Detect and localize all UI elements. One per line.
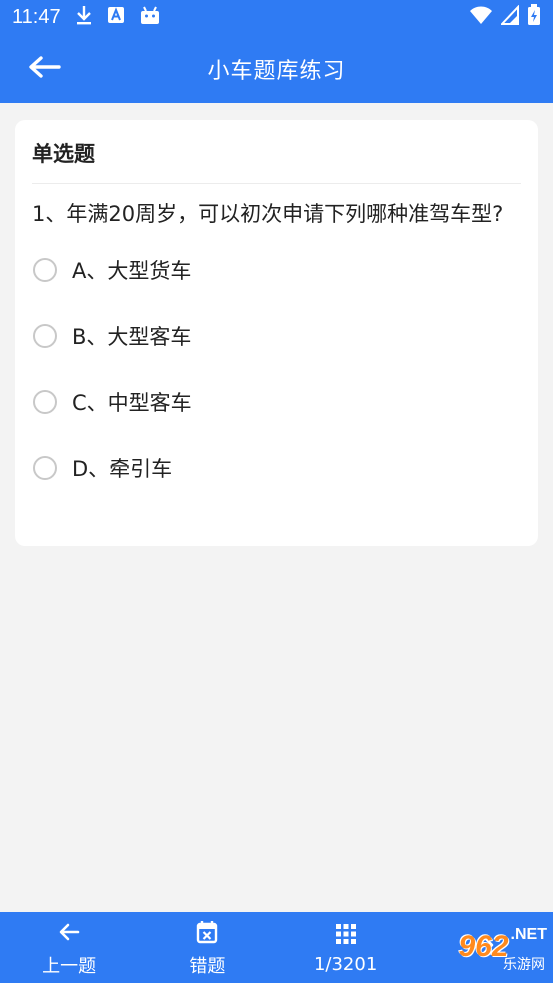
arrow-left-icon: [27, 55, 61, 83]
calendar-x-icon: [196, 918, 218, 946]
option-c[interactable]: C、中型客车: [32, 369, 521, 435]
wifi-icon: [469, 5, 493, 30]
radio-button[interactable]: [33, 258, 57, 282]
option-label: C、中型客车: [72, 391, 192, 415]
prev-question-label: 上一题: [42, 955, 97, 977]
grid-icon: [335, 920, 356, 948]
progress-label: 1/3201: [313, 954, 378, 975]
watermark-number: 962: [458, 930, 509, 963]
watermark-sub: 乐游网: [503, 956, 545, 972]
question-card: 单选题 1、年满20周岁，可以初次申请下列哪种准驾车型? A、大型货车 B、大型…: [15, 120, 538, 546]
page-title: 小车题库练习: [207, 58, 346, 84]
download-icon: [75, 4, 93, 31]
back-button[interactable]: [24, 49, 64, 89]
option-label: D、牵引车: [72, 457, 173, 481]
wrong-questions-label: 错题: [189, 955, 226, 977]
option-a[interactable]: A、大型货车: [32, 237, 521, 303]
question-type: 单选题: [32, 120, 521, 184]
status-bar: 11:47: [0, 0, 553, 34]
option-label: B、大型客车: [72, 325, 192, 349]
battery-icon: [527, 3, 541, 31]
radio-button[interactable]: [33, 390, 57, 414]
option-b[interactable]: B、大型客车: [32, 303, 521, 369]
a-icon: [107, 6, 125, 29]
radio-button[interactable]: [33, 324, 57, 348]
status-time: 11:47: [12, 5, 61, 28]
watermark-domain: .NET: [510, 926, 547, 943]
android-icon: [139, 5, 161, 30]
progress-button[interactable]: 1/3201: [277, 912, 415, 983]
option-d[interactable]: D、牵引车: [32, 435, 521, 501]
option-list: A、大型货车 B、大型客车 C、中型客车 D、牵引车: [32, 237, 521, 501]
wrong-questions-button[interactable]: 错题: [138, 912, 276, 983]
arrow-left-icon: [58, 918, 80, 946]
prev-question-button[interactable]: 上一题: [0, 912, 138, 983]
question-text: 1、年满20周岁，可以初次申请下列哪种准驾车型?: [32, 202, 504, 226]
signal-icon: [499, 3, 519, 30]
watermark-logo: 962 .NET 乐游网: [458, 926, 547, 972]
radio-button[interactable]: [33, 456, 57, 480]
app-bar: 小车题库练习: [0, 34, 553, 103]
option-label: A、大型货车: [72, 259, 192, 283]
